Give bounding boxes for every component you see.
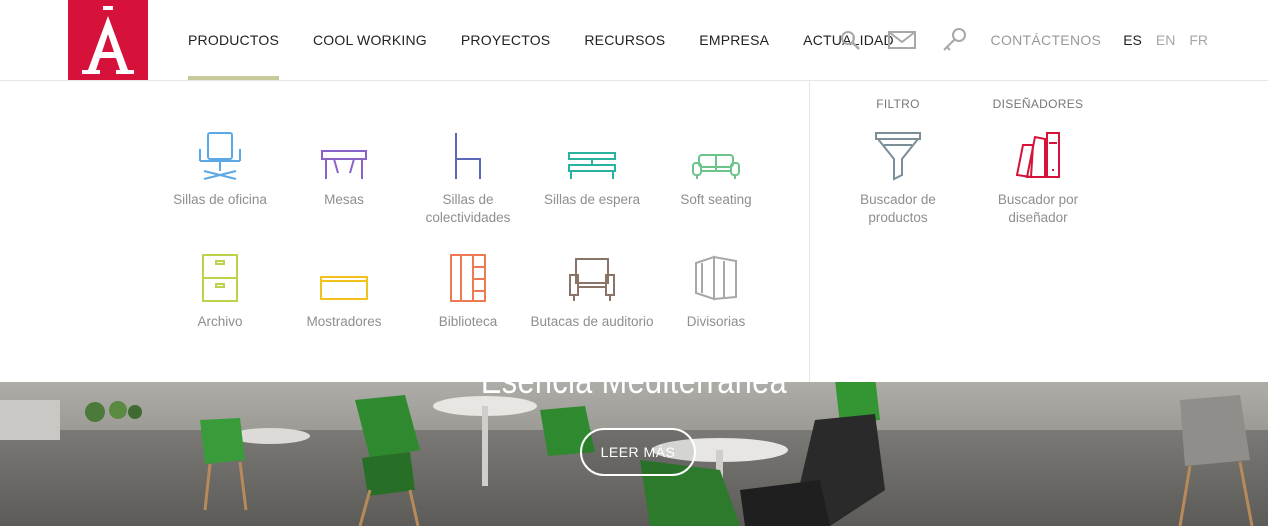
bookcase-icon	[406, 245, 530, 303]
counter-icon	[282, 245, 406, 303]
category-soft-seating[interactable]: Soft seating	[654, 123, 778, 209]
category-label: Sillas de espera	[543, 192, 641, 207]
contact-link[interactable]: CONTÁCTENOS	[991, 32, 1102, 48]
category-label: Butacas de auditorio	[530, 314, 654, 329]
sofa-icon	[654, 123, 778, 181]
category-butacas-de-auditorio[interactable]: Butacas de auditorio	[530, 245, 654, 331]
category-sillas-de-colectividades[interactable]: Sillas de colectividades	[406, 123, 530, 227]
category-label: Biblioteca	[438, 314, 498, 329]
cabinet-icon	[158, 245, 282, 303]
table-icon	[282, 123, 406, 181]
office-chair-icon	[158, 123, 282, 181]
category-mostradores[interactable]: Mostradores	[282, 245, 406, 331]
logo-a-mark-icon	[82, 6, 134, 74]
main-nav: PRODUCTOS COOL WORKING PROYECTOS RECURSO…	[188, 0, 928, 80]
nav-cool-working[interactable]: COOL WORKING	[313, 0, 427, 80]
designer-finder-link[interactable]: Buscador por diseñador	[976, 123, 1100, 227]
filter-heading: FILTRO	[876, 97, 920, 111]
category-label: Mesas	[324, 192, 364, 207]
category-biblioteca[interactable]: Biblioteca	[406, 245, 530, 331]
nav-proyectos[interactable]: PROYECTOS	[461, 0, 550, 80]
designers-heading: DISEÑADORES	[992, 97, 1084, 111]
category-label: Divisorias	[686, 314, 746, 329]
category-archivo[interactable]: Archivo	[158, 245, 282, 331]
search-icon[interactable]	[837, 27, 863, 53]
category-divisorias[interactable]: Divisorias	[654, 245, 778, 331]
menu-divider	[809, 81, 810, 382]
site-header: PRODUCTOS COOL WORKING PROYECTOS RECURSO…	[0, 0, 1268, 81]
tool-label: Buscador de productos	[860, 192, 936, 225]
filter-funnel-icon	[836, 123, 960, 181]
product-finder-link[interactable]: Buscador de productos	[836, 123, 960, 227]
nav-recursos[interactable]: RECURSOS	[584, 0, 665, 80]
lang-es[interactable]: ES	[1123, 32, 1142, 48]
category-sillas-de-espera[interactable]: Sillas de espera	[530, 123, 654, 209]
stacking-chair-icon	[406, 123, 530, 181]
nav-empresa[interactable]: EMPRESA	[699, 0, 769, 80]
read-more-button[interactable]: LEER MÁS	[580, 428, 696, 476]
category-label: Mostradores	[306, 314, 382, 329]
bench-icon	[530, 123, 654, 181]
partition-icon	[654, 245, 778, 303]
tool-label: Buscador por diseñador	[997, 192, 1079, 225]
armchair-icon	[530, 245, 654, 303]
category-mesas[interactable]: Mesas	[282, 123, 406, 209]
nav-productos[interactable]: PRODUCTOS	[188, 0, 279, 80]
header-utilities: CONTÁCTENOS ES EN FR	[837, 0, 1208, 80]
products-mega-menu: Sillas de oficina Mesas Sillas de colect…	[0, 81, 1268, 382]
logo[interactable]	[68, 0, 148, 80]
swatch-fan-icon	[976, 123, 1100, 181]
lang-en[interactable]: EN	[1156, 32, 1175, 48]
mail-icon[interactable]	[887, 27, 917, 53]
category-label: Sillas de colectividades	[425, 192, 511, 225]
category-label: Soft seating	[680, 192, 752, 207]
category-label: Sillas de oficina	[173, 192, 267, 207]
key-icon[interactable]	[941, 27, 967, 53]
category-label: Archivo	[197, 314, 243, 329]
category-sillas-de-oficina[interactable]: Sillas de oficina	[158, 123, 282, 209]
lang-fr[interactable]: FR	[1189, 32, 1208, 48]
